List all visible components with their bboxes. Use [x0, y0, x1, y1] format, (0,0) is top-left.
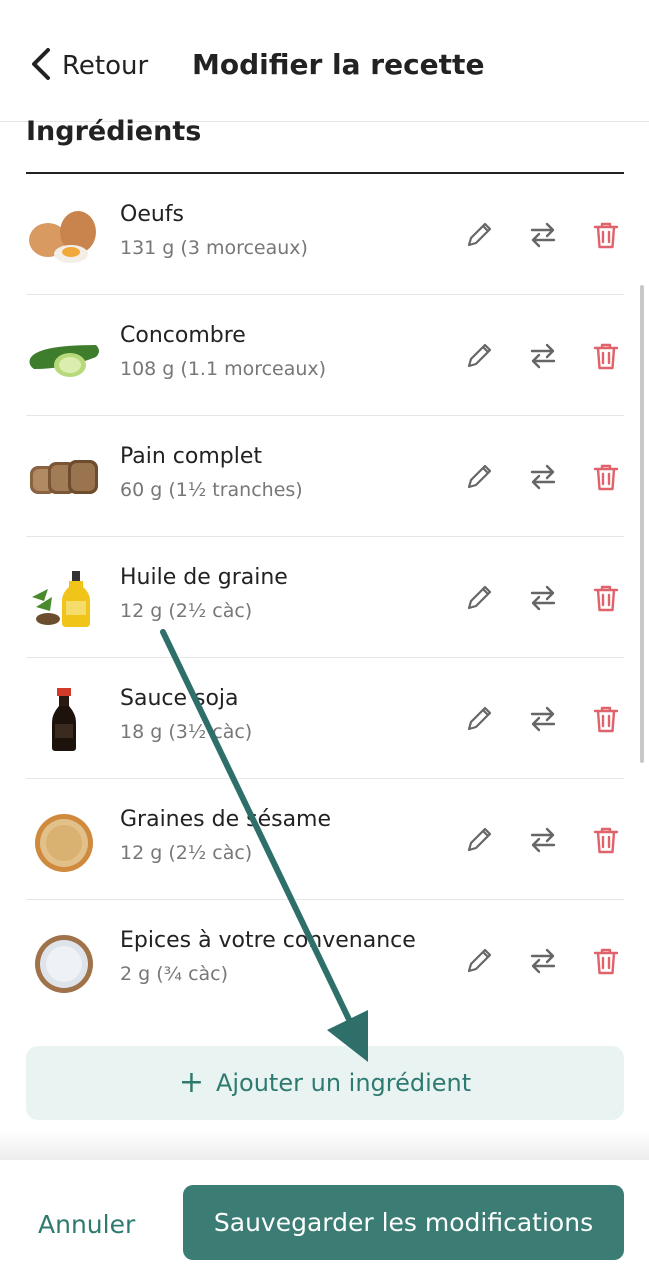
swap-arrows-icon: [530, 222, 556, 248]
delete-button[interactable]: [589, 460, 623, 494]
swap-button[interactable]: [526, 823, 560, 857]
add-ingredient-label: Ajouter un ingrédient: [215, 1069, 472, 1097]
footer-bar: Annuler Sauvegarder les modifications: [0, 1160, 649, 1280]
ingredient-row: Epices à votre convenance 2 g (¾ càc): [26, 900, 624, 1021]
swap-button[interactable]: [526, 339, 560, 373]
ingredient-row: Sauce soja 18 g (3½ càc): [26, 658, 624, 779]
edit-button[interactable]: [462, 944, 496, 978]
cucumber-image: [26, 325, 102, 389]
pencil-icon: [467, 464, 492, 489]
ingredient-row: Huile de graine 12 g (2½ càc): [26, 537, 624, 658]
add-ingredient-button[interactable]: + Ajouter un ingrédient: [26, 1046, 624, 1120]
ingredient-quantity: 18 g (3½ càc): [120, 721, 253, 743]
edit-button[interactable]: [462, 218, 496, 252]
ingredient-name: Pain complet: [120, 444, 263, 469]
swap-button[interactable]: [526, 944, 560, 978]
ingredient-quantity: 108 g (1.1 morceaux): [120, 358, 327, 380]
delete-button[interactable]: [589, 218, 623, 252]
delete-button[interactable]: [589, 339, 623, 373]
swap-arrows-icon: [530, 706, 556, 732]
save-changes-button[interactable]: Sauvegarder les modifications: [183, 1185, 624, 1260]
page-title: Modifier la recette: [192, 48, 485, 81]
ingredient-quantity: 12 g (2½ càc): [120, 600, 253, 622]
trash-icon: [593, 827, 619, 854]
plus-icon: +: [178, 1065, 204, 1100]
swap-arrows-icon: [530, 343, 556, 369]
pencil-icon: [467, 343, 492, 368]
ingredient-name: Oeufs: [120, 202, 185, 227]
section-title: Ingrédients: [26, 116, 202, 147]
ingredient-row: Graines de sésame 12 g (2½ càc): [26, 779, 624, 900]
spices-salt-image: [26, 930, 102, 994]
seed-oil-image: [26, 567, 102, 631]
ingredient-row: Pain complet 60 g (1½ tranches): [26, 416, 624, 537]
ingredient-name: Epices à votre convenance: [120, 928, 416, 953]
ingredient-quantity: 131 g (3 morceaux): [120, 237, 308, 259]
swap-arrows-icon: [530, 585, 556, 611]
trash-icon: [593, 222, 619, 249]
swap-button[interactable]: [526, 702, 560, 736]
scrollbar[interactable]: [640, 285, 644, 763]
delete-button[interactable]: [589, 823, 623, 857]
trash-icon: [593, 585, 619, 612]
edit-button[interactable]: [462, 581, 496, 615]
edit-button[interactable]: [462, 823, 496, 857]
ingredient-name: Graines de sésame: [120, 807, 332, 832]
delete-button[interactable]: [589, 581, 623, 615]
pencil-icon: [467, 706, 492, 731]
swap-arrows-icon: [530, 827, 556, 853]
pencil-icon: [467, 222, 492, 247]
edit-button[interactable]: [462, 702, 496, 736]
ingredient-name: Huile de graine: [120, 565, 288, 590]
ingredient-row: Concombre 108 g (1.1 morceaux): [26, 295, 624, 416]
trash-icon: [593, 343, 619, 370]
pencil-icon: [467, 827, 492, 852]
sesame-image: [26, 809, 102, 873]
pencil-icon: [467, 585, 492, 610]
back-button[interactable]: Retour: [28, 46, 148, 86]
ingredient-name: Sauce soja: [120, 686, 239, 711]
cancel-button[interactable]: Annuler: [38, 1210, 135, 1239]
delete-button[interactable]: [589, 702, 623, 736]
ingredient-quantity: 2 g (¾ càc): [120, 963, 229, 985]
back-label: Retour: [62, 51, 149, 81]
pencil-icon: [467, 948, 492, 973]
edit-button[interactable]: [462, 460, 496, 494]
ingredient-quantity: 12 g (2½ càc): [120, 842, 253, 864]
ingredient-quantity: 60 g (1½ tranches): [120, 479, 303, 501]
swap-arrows-icon: [530, 948, 556, 974]
ingredient-row: Oeufs 131 g (3 morceaux): [26, 174, 624, 295]
edit-button[interactable]: [462, 339, 496, 373]
swap-button[interactable]: [526, 218, 560, 252]
trash-icon: [593, 706, 619, 733]
footer-shadow: [0, 1130, 649, 1160]
bread-image: [26, 446, 102, 510]
top-bar: Retour Modifier la recette: [0, 0, 649, 122]
swap-button[interactable]: [526, 581, 560, 615]
chevron-left-icon: [28, 46, 54, 86]
ingredient-name: Concombre: [120, 323, 246, 348]
save-changes-label: Sauvegarder les modifications: [213, 1208, 594, 1237]
trash-icon: [593, 464, 619, 491]
swap-arrows-icon: [530, 464, 556, 490]
delete-button[interactable]: [589, 944, 623, 978]
trash-icon: [593, 948, 619, 975]
ingredient-list: Oeufs 131 g (3 morceaux) Concombre 108 g…: [26, 174, 624, 1021]
swap-button[interactable]: [526, 460, 560, 494]
soy-sauce-image: [26, 688, 102, 752]
eggs-image: [26, 204, 102, 268]
